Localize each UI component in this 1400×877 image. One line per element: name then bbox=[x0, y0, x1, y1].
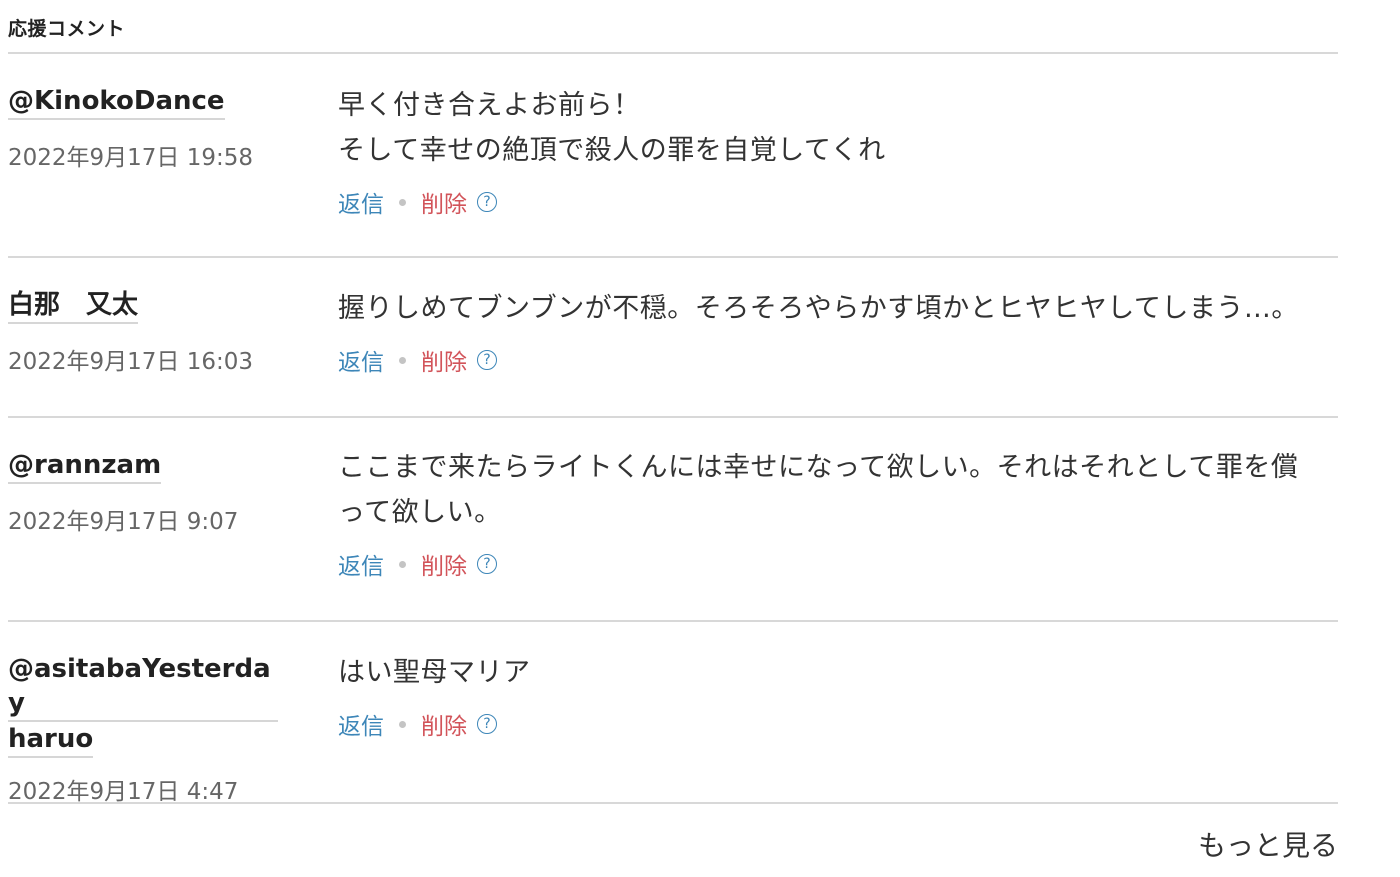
comments-section: 応援コメント @KinokoDance 2022年9月17日 19:58 早く付… bbox=[8, 0, 1348, 862]
comment-date: 2022年9月17日 4:47 bbox=[8, 779, 239, 805]
reply-link[interactable]: 返信 bbox=[338, 547, 384, 581]
separator-dot bbox=[399, 560, 406, 568]
comment-author-link[interactable]: 白那 又太 bbox=[8, 288, 139, 324]
comment-date: 2022年9月17日 9:07 bbox=[8, 509, 239, 535]
help-icon[interactable]: ? bbox=[477, 714, 497, 734]
comment-author-link[interactable]: @KinokoDance bbox=[8, 84, 225, 120]
reply-link[interactable]: 返信 bbox=[338, 707, 384, 741]
comment-date: 2022年9月17日 16:03 bbox=[8, 349, 254, 375]
comment-item: @asitabaYesterday haruo 2022年9月17日 4:47 … bbox=[8, 622, 1348, 805]
separator-dot bbox=[399, 720, 406, 728]
comment-text: 早く付き合えよお前ら！ そして幸せの絶頂で殺人の罪を自覚してくれ bbox=[338, 90, 886, 166]
separator-dot bbox=[399, 198, 406, 206]
separator-dot bbox=[399, 356, 406, 364]
comment-author-link-cont[interactable]: haruo bbox=[8, 722, 94, 758]
load-more-link[interactable]: もっと見る bbox=[1198, 824, 1338, 864]
comment-text: ここまで来たらライトくんには幸せになって欲しい。それはそれとして罪を償 って欲し… bbox=[338, 452, 1299, 528]
help-icon[interactable]: ? bbox=[477, 192, 497, 212]
comment-item: @KinokoDance 2022年9月17日 19:58 早く付き合えよお前ら… bbox=[8, 54, 1348, 256]
delete-link[interactable]: 削除 bbox=[421, 343, 467, 377]
comment-item: @rannzam 2022年9月17日 9:07 ここまで来たらライトくんには幸… bbox=[8, 418, 1348, 620]
section-title: 応援コメント bbox=[8, 18, 126, 40]
comment-text: はい聖母マリア bbox=[338, 657, 531, 688]
comment-item: 白那 又太 2022年9月17日 16:03 握りしめてブンブンが不穏。そろそろ… bbox=[8, 258, 1348, 416]
delete-link[interactable]: 削除 bbox=[421, 707, 467, 741]
delete-link[interactable]: 削除 bbox=[421, 547, 467, 581]
delete-link[interactable]: 削除 bbox=[421, 185, 467, 219]
help-icon[interactable]: ? bbox=[477, 554, 497, 574]
comment-date: 2022年9月17日 19:58 bbox=[8, 145, 254, 171]
comment-author-link[interactable]: @asitabaYesterday bbox=[8, 652, 278, 722]
comment-author-link[interactable]: @rannzam bbox=[8, 448, 162, 484]
help-icon[interactable]: ? bbox=[477, 350, 497, 370]
comment-text: 握りしめてブンブンが不穏。そろそろやらかす頃かとヒヤヒヤしてしまう…。 bbox=[338, 293, 1299, 324]
reply-link[interactable]: 返信 bbox=[338, 343, 384, 377]
reply-link[interactable]: 返信 bbox=[338, 185, 384, 219]
